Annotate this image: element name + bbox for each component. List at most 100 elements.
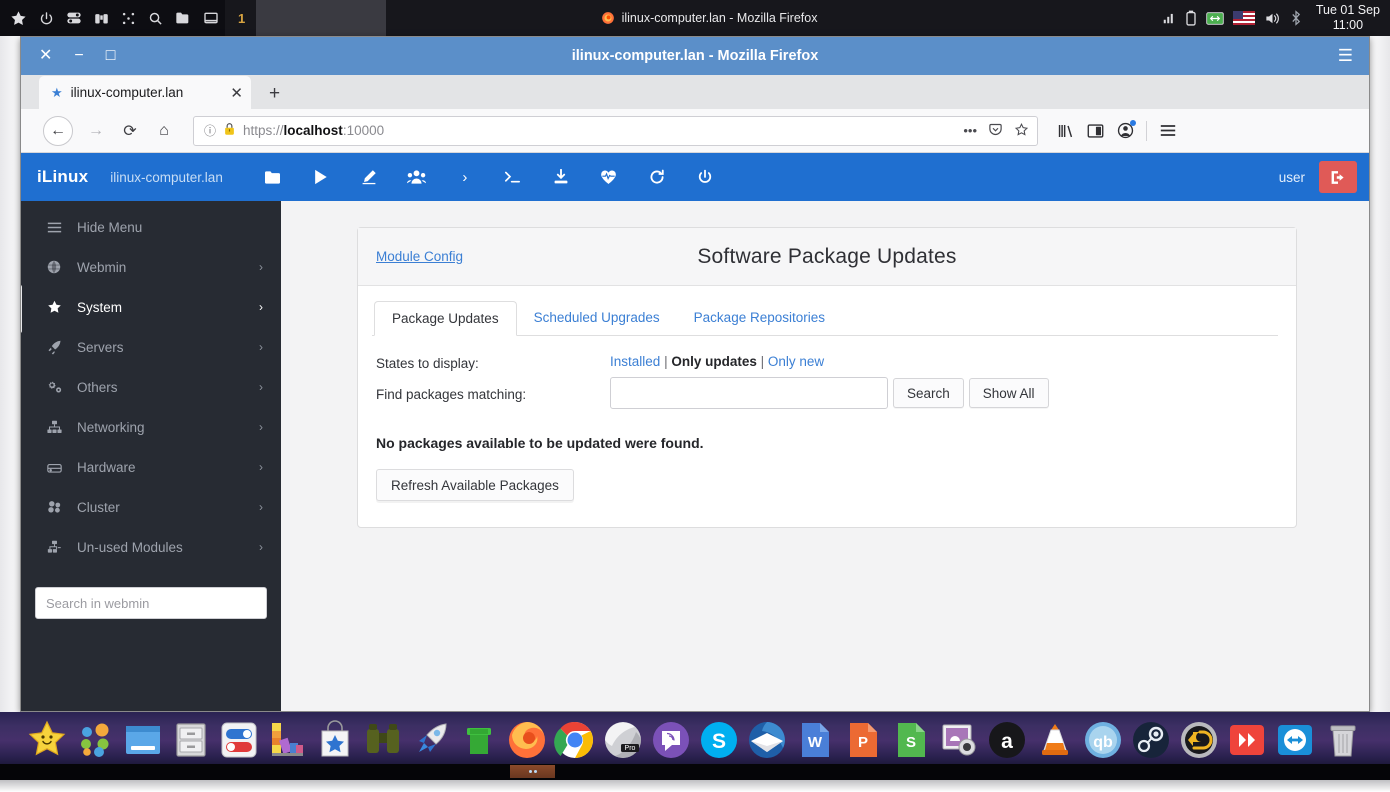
network-icon[interactable] (1206, 11, 1224, 25)
chevron-right-icon[interactable]: › (441, 153, 489, 201)
flag-us-icon[interactable] (1232, 11, 1255, 25)
play-icon[interactable] (297, 153, 345, 201)
dock-chrome[interactable] (554, 719, 596, 761)
taskbar-window-item[interactable] (510, 765, 555, 778)
sidebar-item-un-used-modules[interactable]: Un-used Modules › (21, 527, 281, 567)
star-icon[interactable] (10, 10, 27, 27)
dock-qbittorrent[interactable]: qb (1082, 719, 1124, 761)
show-all-button[interactable]: Show All (968, 378, 1049, 408)
minimize-icon[interactable]: − (74, 48, 83, 64)
state-only-new-link[interactable]: Only new (768, 354, 824, 369)
library-icon[interactable] (1050, 116, 1080, 146)
sidebar-item-cluster[interactable]: Cluster › (21, 487, 281, 527)
close-icon[interactable]: ✕ (39, 48, 52, 64)
window-menu-icon[interactable]: ☰ (1338, 46, 1369, 66)
back-button[interactable]: ← (43, 115, 73, 146)
dock-writer[interactable]: W (794, 719, 836, 761)
pencil-icon[interactable] (345, 153, 393, 201)
browser-tab[interactable]: ★ ilinux-computer.lan ✕ (39, 76, 251, 109)
binoculars-icon[interactable] (94, 11, 109, 26)
tab-close-icon[interactable]: ✕ (230, 84, 243, 102)
window-icon[interactable] (203, 10, 219, 26)
forward-button[interactable]: → (79, 116, 113, 146)
battery-icon[interactable] (1185, 10, 1197, 26)
window-button[interactable] (256, 0, 387, 36)
sidebar-item-hide-menu[interactable]: Hide Menu (21, 207, 281, 247)
dock-trash[interactable] (1322, 719, 1364, 761)
tab-scheduled-upgrades[interactable]: Scheduled Upgrades (517, 300, 677, 335)
sidebar-item-hardware[interactable]: Hardware › (21, 447, 281, 487)
dock-skype[interactable]: S (698, 719, 740, 761)
dock-anydesk[interactable] (1226, 719, 1268, 761)
users-icon[interactable] (393, 153, 441, 201)
refresh-icon[interactable] (633, 153, 681, 201)
signal-icon[interactable] (1162, 11, 1176, 25)
sidebar-item-webmin[interactable]: Webmin › (21, 247, 281, 287)
power-icon[interactable] (39, 11, 54, 26)
find-packages-input[interactable] (610, 377, 888, 409)
dock-software-store[interactable] (314, 719, 356, 761)
account-icon[interactable] (1110, 116, 1140, 146)
folder-icon[interactable] (175, 10, 191, 26)
dock-restore[interactable] (1178, 719, 1220, 761)
logout-icon[interactable] (1319, 161, 1357, 193)
dock-steam[interactable] (1130, 719, 1172, 761)
download-icon[interactable] (537, 153, 585, 201)
dock-vlc[interactable] (1034, 719, 1076, 761)
sidebar-item-system[interactable]: System › (21, 287, 281, 327)
system-clock[interactable]: Tue 01 Sep 11:00 (1311, 3, 1380, 33)
bookmark-star-icon[interactable] (1014, 122, 1029, 140)
dock-rocket[interactable] (410, 719, 452, 761)
dock-pipe[interactable] (458, 719, 500, 761)
search-button[interactable]: Search (893, 378, 964, 408)
url-bar[interactable]: ⓘ https://localhost:10000 ••• (193, 115, 1038, 146)
sidebar-item-servers[interactable]: Servers › (21, 327, 281, 367)
state-installed-link[interactable]: Installed (610, 354, 660, 369)
dock-teamviewer[interactable] (1274, 719, 1316, 761)
dock-calc[interactable]: S (890, 719, 932, 761)
dock-amazon[interactable]: a (986, 719, 1028, 761)
home-button[interactable]: ⌂ (147, 116, 181, 146)
refresh-available-packages-button[interactable]: Refresh Available Packages (376, 469, 574, 501)
sidebar-toggle-handle[interactable] (21, 285, 22, 333)
power-icon[interactable] (681, 153, 729, 201)
page-actions-ellipsis-icon[interactable]: ••• (963, 123, 977, 138)
lock-warning-icon[interactable] (223, 122, 236, 139)
dock-thunderbird[interactable] (746, 719, 788, 761)
dock-app-dots[interactable] (74, 719, 116, 761)
volume-icon[interactable] (1264, 11, 1281, 26)
desktop-number[interactable]: 1 (227, 0, 257, 36)
terminal-icon[interactable] (489, 153, 537, 201)
sidebar-icon[interactable] (1080, 116, 1110, 146)
dock-firefox[interactable] (506, 719, 548, 761)
tab-package-repositories[interactable]: Package Repositories (677, 300, 842, 335)
dock-smiley-star[interactable] (26, 719, 68, 761)
maximize-icon[interactable]: □ (106, 48, 116, 64)
sidebar-item-networking[interactable]: Networking › (21, 407, 281, 447)
dock-screenshot[interactable] (938, 719, 980, 761)
sidebar-search-input[interactable] (35, 587, 267, 619)
grid-dots-icon[interactable] (121, 11, 136, 26)
dock-settings-toggles[interactable] (218, 719, 260, 761)
dock-file-cabinet[interactable] (170, 719, 212, 761)
page-info-icon[interactable]: ⓘ (204, 122, 216, 139)
module-config-link[interactable]: Module Config (376, 249, 463, 264)
reload-button[interactable]: ⟳ (113, 116, 147, 146)
heartbeat-icon[interactable] (585, 153, 633, 201)
dock-window-manager[interactable] (122, 719, 164, 761)
new-tab-button[interactable]: + (251, 83, 294, 109)
search-icon[interactable] (148, 11, 163, 26)
dock-impress[interactable]: P (842, 719, 884, 761)
webmin-brand[interactable]: iLinux (37, 167, 88, 187)
toggles-icon[interactable] (66, 10, 82, 26)
folder-icon[interactable] (249, 153, 297, 201)
dock-opera-pro[interactable]: Pro (602, 719, 644, 761)
menu-icon[interactable] (1153, 116, 1183, 146)
bluetooth-icon[interactable] (1290, 10, 1302, 26)
pocket-icon[interactable] (988, 122, 1003, 140)
dock-viber[interactable] (650, 719, 692, 761)
dock-color-palette[interactable] (266, 719, 308, 761)
tab-package-updates[interactable]: Package Updates (374, 301, 517, 336)
dock-binoculars[interactable] (362, 719, 404, 761)
sidebar-item-others[interactable]: Others › (21, 367, 281, 407)
